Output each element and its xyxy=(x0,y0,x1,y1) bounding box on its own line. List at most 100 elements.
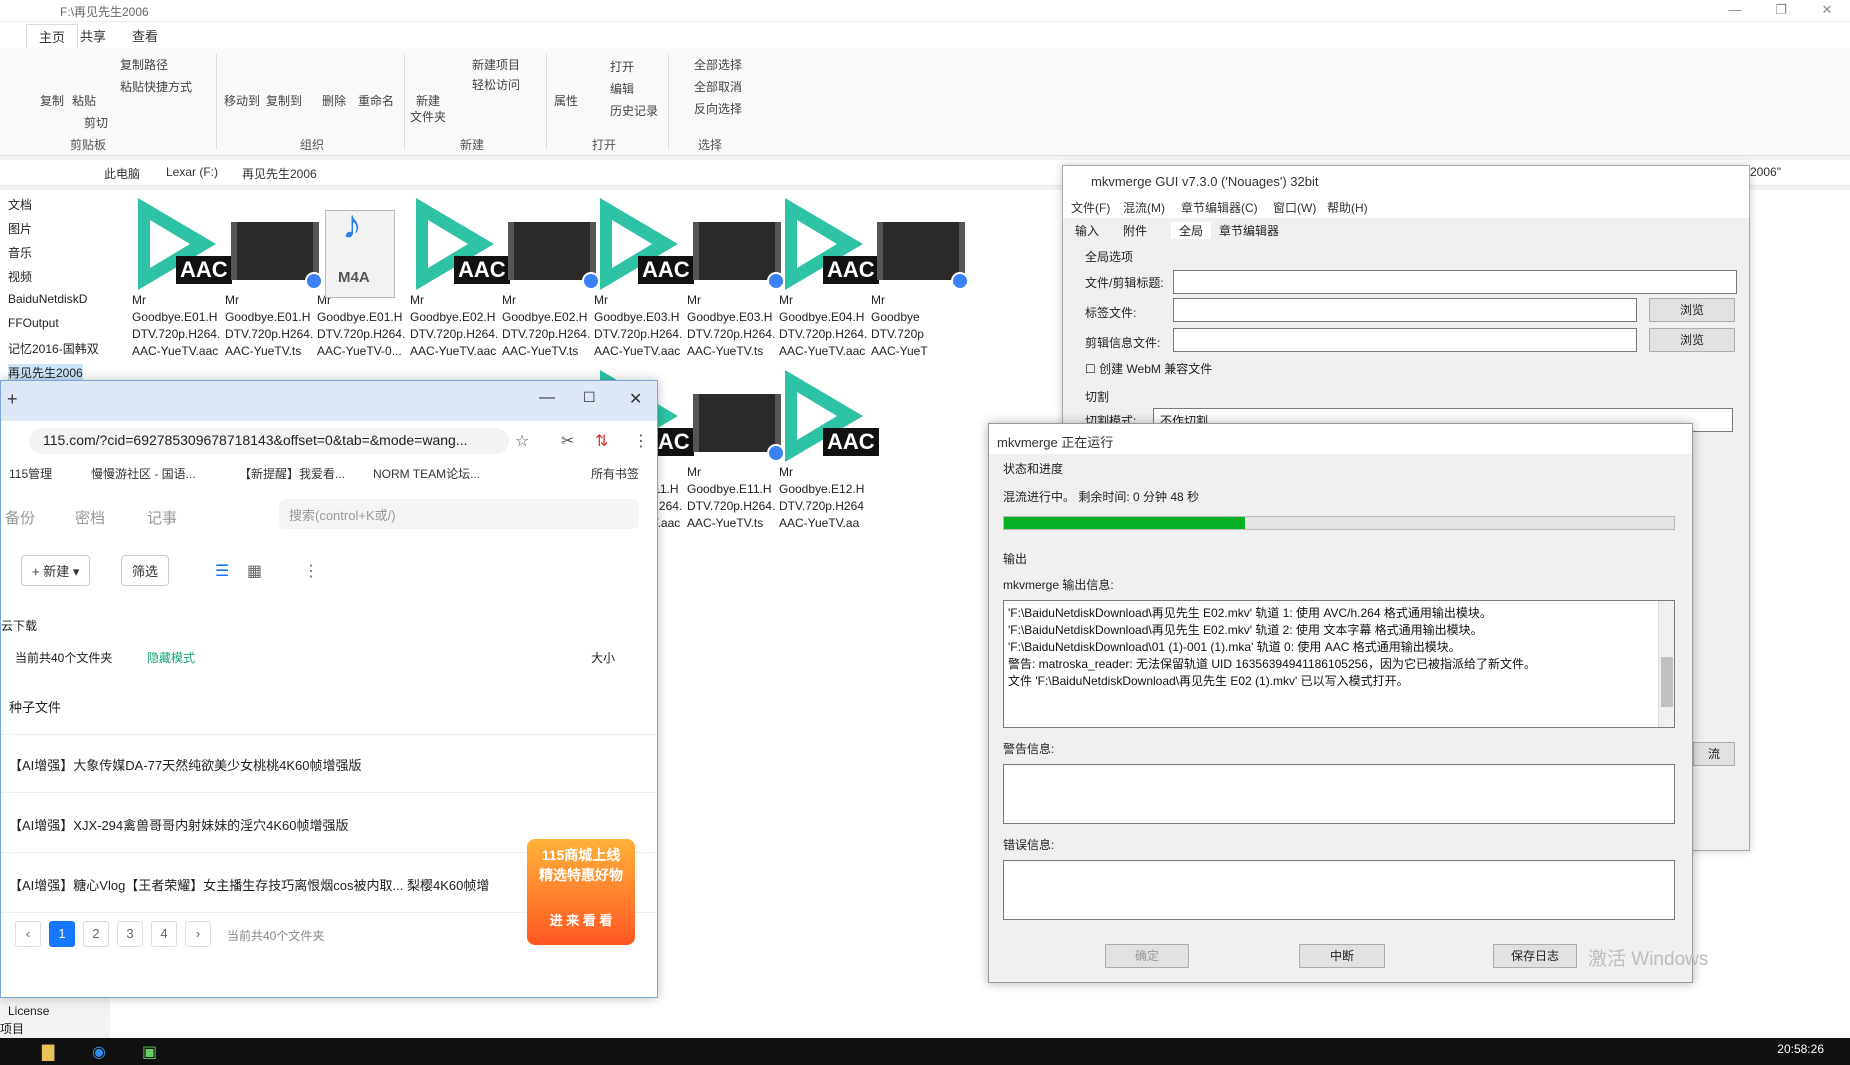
page-1[interactable]: 1 xyxy=(49,921,75,947)
file-item[interactable]: Mr Goodbye.E01.H DTV.720p.H264. AAC-YueTV.t… xyxy=(225,190,325,360)
nav-pictures[interactable]: 图片 xyxy=(8,220,32,237)
close-icon[interactable]: ✕ xyxy=(1804,0,1850,22)
log-scrollbar[interactable] xyxy=(1658,601,1674,727)
close-icon[interactable]: ✕ xyxy=(629,389,642,409)
menu-icon[interactable]: ⋮ xyxy=(633,431,649,451)
tab-global[interactable]: 全局 xyxy=(1171,222,1212,239)
output-log[interactable]: 'F:\BaiduNetdiskDownload\再见先生 E02.mkv' 轨… xyxy=(1003,600,1675,728)
segment-file-input[interactable] xyxy=(1173,328,1637,352)
bookmark-115[interactable]: 115管理 xyxy=(9,465,52,482)
minimize-icon[interactable]: — xyxy=(539,389,555,407)
warning-box[interactable] xyxy=(1003,764,1675,824)
hidden-mode-toggle[interactable]: 隐藏模式 xyxy=(147,649,195,666)
file-item[interactable]: AAC Mr Goodbye.E01.H DTV.720p.H264. AAC-YueT… xyxy=(132,190,232,360)
bookmark-reminder[interactable]: 【新提醒】我爱看... xyxy=(239,465,345,482)
invert-selection-button[interactable]: 反向选择 xyxy=(694,100,742,117)
star-icon[interactable]: ☆ xyxy=(515,431,529,451)
new-tab-icon[interactable]: + xyxy=(7,389,18,410)
copy-to-button[interactable]: 复制到 xyxy=(266,92,302,109)
cut-button[interactable]: 剪切 xyxy=(84,114,108,131)
new-item-button[interactable]: 新建项目 xyxy=(472,56,520,73)
page-prev[interactable]: ‹ xyxy=(15,921,41,947)
bookmark-all[interactable]: 所有书签 xyxy=(591,465,639,482)
grid-view-icon[interactable]: ▦ xyxy=(247,561,262,581)
menu-file[interactable]: 文件(F) xyxy=(1071,199,1110,216)
menu-chapter[interactable]: 章节编辑器(C) xyxy=(1181,199,1258,216)
copy-button[interactable]: 复制 xyxy=(40,92,64,109)
file-item[interactable]: AAC Mr Goodbye.E04.H DTV.720p.H264. AAC-YueT… xyxy=(779,190,879,360)
move-to-button[interactable]: 移动到 xyxy=(224,92,260,109)
nav-current-folder[interactable]: 再见先生2006 xyxy=(8,364,83,381)
filter-button[interactable]: 筛选 xyxy=(121,555,170,586)
tab-vault[interactable]: 密档 xyxy=(75,507,105,528)
menu-help[interactable]: 帮助(H) xyxy=(1327,199,1368,216)
breadcrumb-drive[interactable]: Lexar (F:) xyxy=(166,165,218,179)
scissors-icon[interactable]: ✂ xyxy=(561,431,574,451)
file-item[interactable]: AAC Mr Goodbye.E03.H DTV.720p.H264. AAC-YueT… xyxy=(594,190,694,360)
minimize-icon[interactable]: — xyxy=(1712,0,1758,22)
nav-memories[interactable]: 记忆2016-国韩双 xyxy=(8,340,99,357)
nav-documents[interactable]: 文档 xyxy=(8,196,32,213)
history-button[interactable]: 历史记录 xyxy=(610,102,658,119)
breadcrumb-folder[interactable]: 再见先生2006 xyxy=(242,165,317,182)
page-2[interactable]: 2 xyxy=(83,921,109,947)
maximize-icon[interactable]: ❐ xyxy=(1758,0,1804,22)
breadcrumb-pc[interactable]: 此电脑 xyxy=(104,165,140,182)
delete-button[interactable]: 删除 xyxy=(322,92,346,109)
folder-icon[interactable]: ▇ xyxy=(42,1042,54,1062)
file-title-input[interactable] xyxy=(1173,270,1737,294)
bookmark-norm[interactable]: NORM TEAM论坛... xyxy=(373,465,480,482)
extension-icon[interactable]: ⇅ xyxy=(595,431,608,451)
nav-videos[interactable]: 视频 xyxy=(8,268,32,285)
file-item[interactable]: ♪ M4A Mr Goodbye.E01.H DTV.720p.H264. AAC-Yue… xyxy=(317,190,417,360)
list-item[interactable]: 种子文件 xyxy=(1,677,657,735)
tab-input[interactable]: 输入 xyxy=(1075,222,1099,239)
browse-button-2[interactable]: 浏览 xyxy=(1649,328,1735,352)
easy-access-button[interactable]: 轻松访问 xyxy=(472,76,520,93)
properties-button[interactable]: 属性 xyxy=(554,92,578,109)
ok-button[interactable]: 确定 xyxy=(1105,944,1189,968)
select-all-button[interactable]: 全部选择 xyxy=(694,56,742,73)
nav-music[interactable]: 音乐 xyxy=(8,244,32,261)
file-item[interactable]: Mr Goodbye DTV.720p AAC-YueT xyxy=(871,190,971,360)
rename-button[interactable]: 重命名 xyxy=(358,92,394,109)
browser-icon[interactable]: ◉ xyxy=(92,1042,106,1062)
app-icon[interactable]: ▣ xyxy=(142,1042,157,1062)
abort-button[interactable]: 中断 xyxy=(1299,944,1385,968)
side-button[interactable]: 流 xyxy=(1693,742,1735,766)
file-item[interactable]: AAC Mr Goodbye.E02.H DTV.720p.H264. AAC-YueT… xyxy=(410,190,510,360)
nav-ffoutput[interactable]: FFOutput xyxy=(8,316,59,330)
paste-button[interactable]: 粘贴 xyxy=(72,92,96,109)
tab-backup[interactable]: 备份 xyxy=(5,507,35,528)
url-bar[interactable]: 115.com/?cid=692785309678718143&offset=0… xyxy=(29,428,509,454)
error-box[interactable] xyxy=(1003,860,1675,920)
file-item[interactable]: Mr Goodbye.E11.H DTV.720p.H264. AAC-YueTV.t… xyxy=(687,362,787,532)
page-next[interactable]: › xyxy=(185,921,211,947)
menu-mux[interactable]: 混流(M) xyxy=(1123,199,1165,216)
new-folder-button[interactable]: 新建 xyxy=(416,92,440,109)
edit-button[interactable]: 编辑 xyxy=(610,80,634,97)
search-hint[interactable]: 2006" xyxy=(1750,165,1781,179)
tab-view[interactable]: 查看 xyxy=(132,26,158,45)
bookmark-mmy[interactable]: 慢慢游社区 - 国语... xyxy=(91,465,196,482)
paste-shortcut-button[interactable]: 粘贴快捷方式 xyxy=(120,78,192,95)
copy-path-button[interactable]: 复制路径 xyxy=(120,56,168,73)
menu-window[interactable]: 窗口(W) xyxy=(1273,199,1316,216)
nav-baidu[interactable]: BaiduNetdiskD xyxy=(8,292,87,306)
tag-file-input[interactable] xyxy=(1173,298,1637,322)
browse-button[interactable]: 浏览 xyxy=(1649,298,1735,322)
size-column[interactable]: 大小 xyxy=(591,649,615,666)
tab-share[interactable]: 共享 xyxy=(80,26,106,45)
file-item[interactable]: Mr Goodbye.E02.H DTV.720p.H264. AAC-YueTV.t… xyxy=(502,190,602,360)
file-item[interactable]: AAC Mr Goodbye.E12.H DTV.720p.H264 AAC-YueTV… xyxy=(779,362,879,532)
maximize-icon[interactable]: ☐ xyxy=(583,389,596,406)
breadcrumb[interactable]: 云下载 xyxy=(1,617,37,634)
tab-notes[interactable]: 记事 xyxy=(147,507,177,528)
tab-chapter-editor[interactable]: 章节编辑器 xyxy=(1219,222,1279,239)
new-button[interactable]: + 新建 ▾ xyxy=(21,555,91,586)
webm-checkbox[interactable]: ☐ 创建 WebM 兼容文件 xyxy=(1085,360,1212,377)
tab-attachments[interactable]: 附件 xyxy=(1123,222,1147,239)
page-3[interactable]: 3 xyxy=(117,921,143,947)
tab-home[interactable]: 主页 xyxy=(26,24,79,48)
promo-banner[interactable]: 115商城上线 精选特惠好物 进 来 看 看 xyxy=(527,839,635,945)
